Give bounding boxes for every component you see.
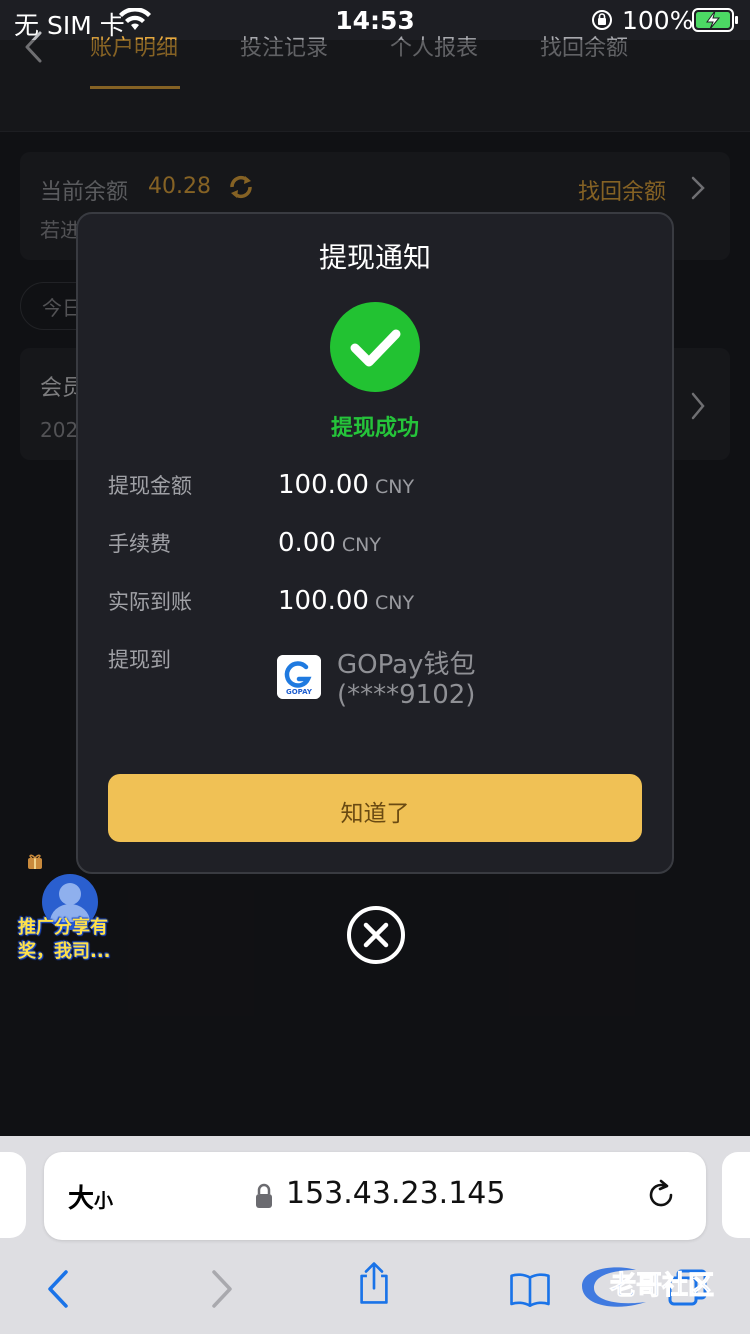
fee-label: 手续费 (108, 532, 171, 556)
amount-value: 100.00 CNY (278, 470, 414, 500)
svg-text:老哥社区: 老哥社区 (610, 1270, 714, 1301)
close-icon[interactable] (346, 905, 406, 965)
next-tab-preview[interactable] (722, 1152, 750, 1238)
received-label: 实际到账 (108, 590, 192, 614)
lock-icon (256, 1183, 272, 1208)
amount-label: 提现金额 (108, 474, 192, 498)
wallet-name: GOPay钱包 (337, 650, 476, 680)
text-size-large: 大 (68, 1184, 95, 1214)
battery-percent: 100% (622, 6, 694, 35)
battery-charging-icon (692, 8, 738, 32)
text-size-button[interactable]: 大小 (68, 1178, 113, 1215)
svg-text:GOPAY: GOPAY (286, 688, 313, 696)
watermark-logo: 老哥社区 (582, 1267, 715, 1307)
reload-icon[interactable] (644, 1178, 678, 1212)
amount-unit: CNY (374, 476, 415, 498)
destination-label: 提现到 (108, 648, 171, 672)
share-icon[interactable] (352, 1260, 396, 1306)
fee-value: 0.00 CNY (278, 528, 381, 558)
modal-title: 提现通知 (318, 241, 431, 274)
bookmarks-icon[interactable] (508, 1266, 552, 1312)
browser-forward-icon[interactable] (200, 1266, 244, 1312)
gopay-logo: GOPAY (277, 655, 321, 699)
received-number: 100.00 (278, 586, 369, 616)
previous-tab-preview[interactable] (0, 1152, 26, 1238)
fee-number: 0.00 (278, 528, 336, 558)
received-value: 100.00 CNY (278, 586, 414, 616)
check-icon (330, 302, 420, 392)
withdrawal-status: 提现成功 (330, 416, 419, 441)
rotation-lock-icon (592, 10, 612, 30)
received-unit: CNY (374, 592, 415, 614)
wallet-account: (****9102) (337, 680, 476, 710)
amount-number: 100.00 (278, 470, 369, 500)
gift-icon (28, 854, 42, 869)
promo-text[interactable]: 推广分享有奖，我司... (18, 916, 138, 964)
confirm-button-label: 知道了 (340, 801, 410, 827)
text-size-small: 小 (94, 1190, 114, 1212)
browser-back-icon[interactable] (38, 1266, 82, 1312)
url-text[interactable]: 153.43.23.145 (286, 1176, 505, 1211)
fee-unit: CNY (341, 534, 381, 556)
